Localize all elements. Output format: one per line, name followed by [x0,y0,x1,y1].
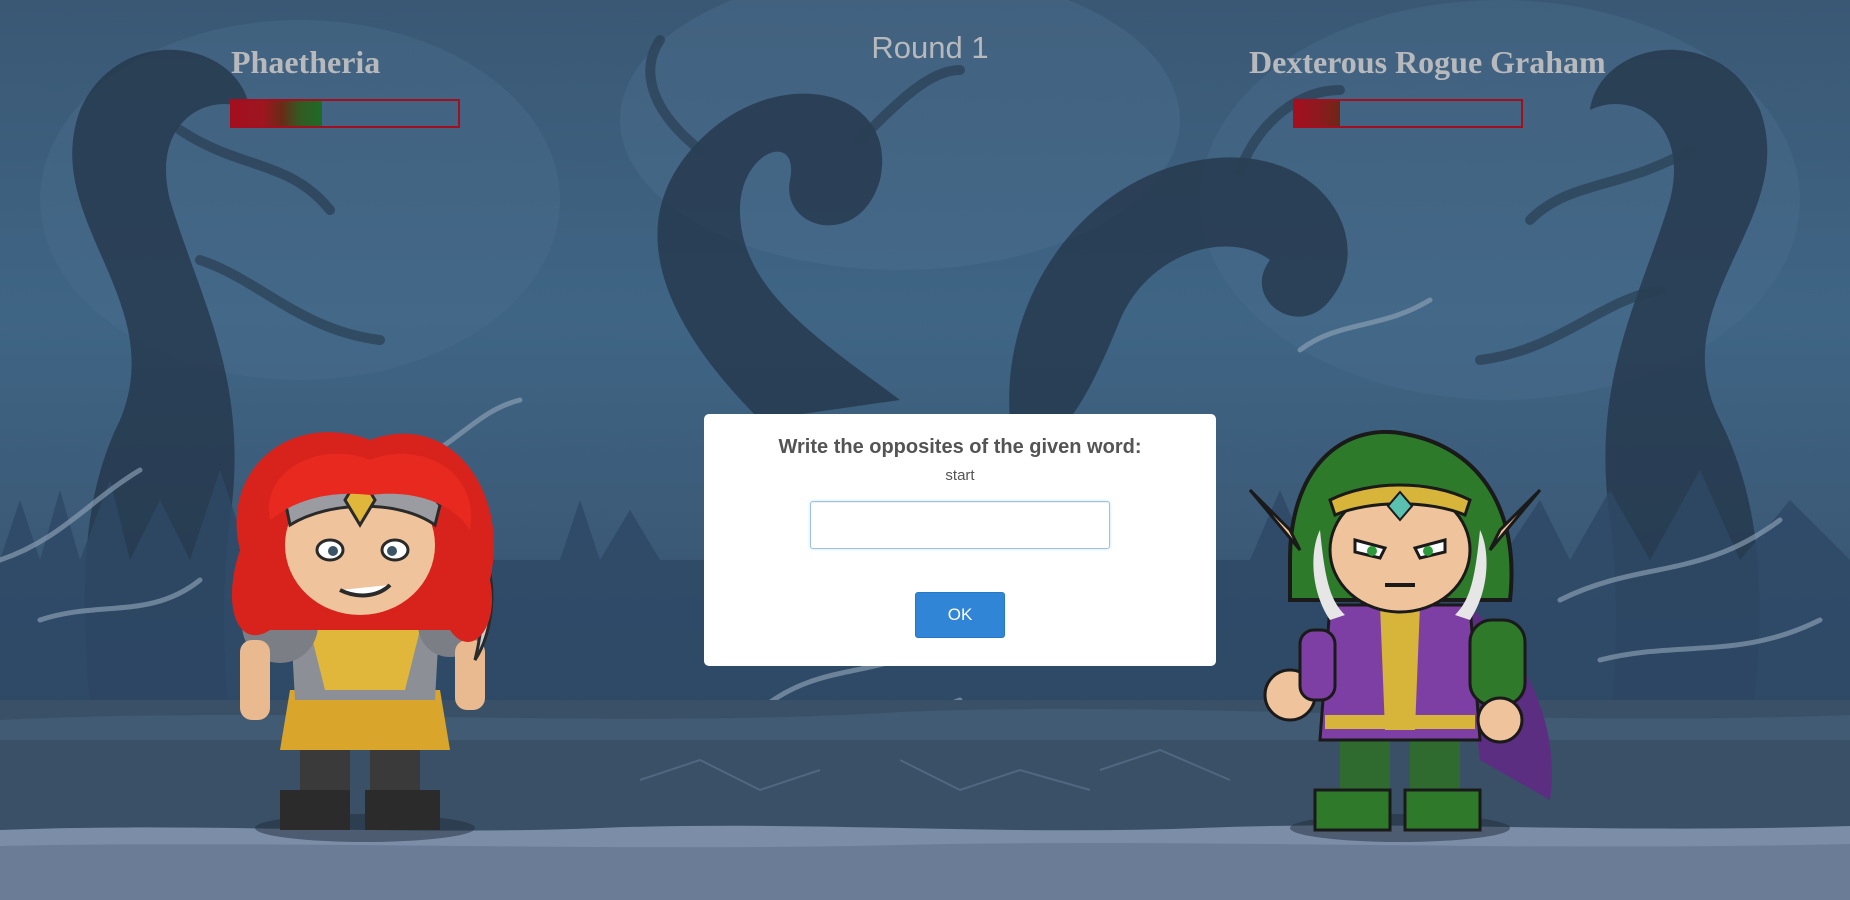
green-hooded-elf-mage-icon [1248,430,1552,842]
enemy-health-fill [1295,101,1341,126]
question-dialog: Write the opposites of the given word: s… [704,414,1216,666]
answer-input[interactable] [810,501,1110,549]
given-word: start [945,467,975,484]
ok-button[interactable]: OK [915,592,1005,638]
enemy-name: Dexterous Rogue Graham [1249,44,1606,80]
player-health-bar [230,99,460,128]
red-haired-warrior-icon [231,432,494,842]
player-health-fill [232,101,323,126]
dialog-title: Write the opposites of the given word: [778,436,1142,458]
enemy-health-bar [1293,99,1523,128]
